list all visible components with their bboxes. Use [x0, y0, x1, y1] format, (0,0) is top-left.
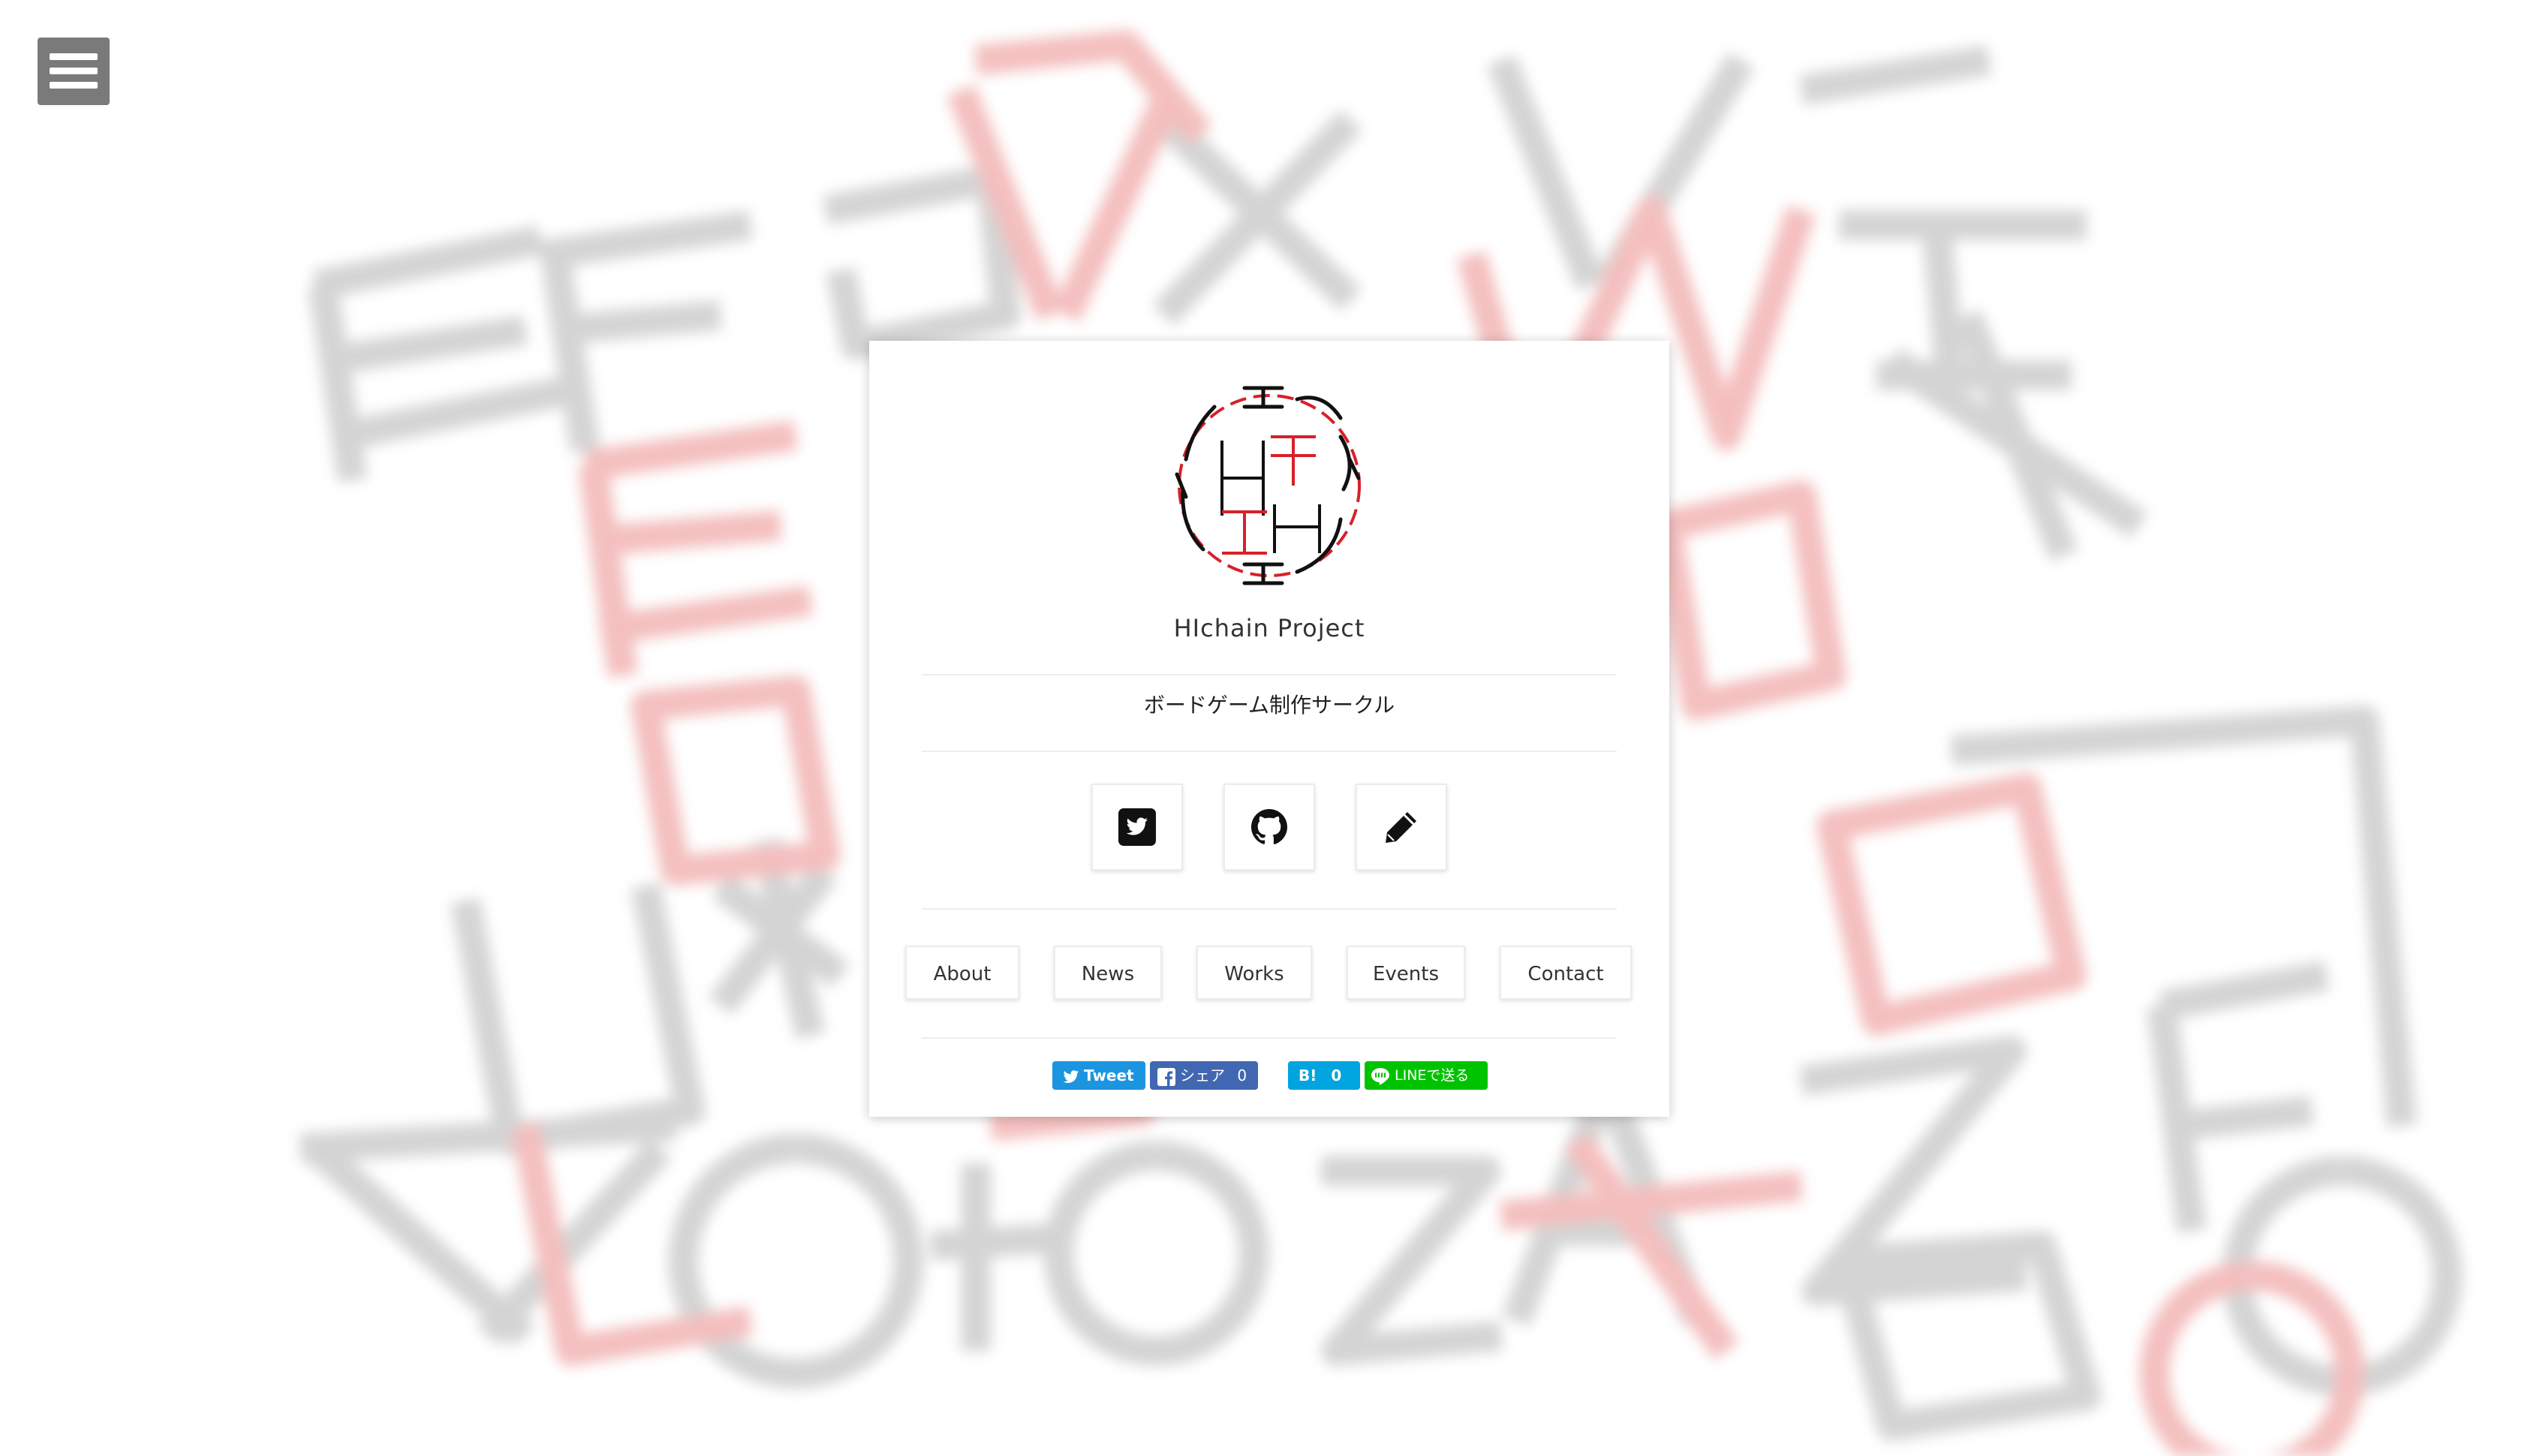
hamburger-menu-icon-bar: [50, 68, 98, 74]
blog-link-button[interactable]: [1356, 784, 1447, 871]
hamburger-menu-icon-bar: [50, 82, 98, 89]
facebook-share-button[interactable]: シェア 0: [1150, 1061, 1258, 1090]
nav-news-button[interactable]: News: [1054, 946, 1162, 1000]
twitter-link-button[interactable]: [1091, 784, 1183, 871]
line-share-label: LINEで送る: [1395, 1067, 1470, 1084]
hamburger-menu-button[interactable]: [38, 38, 110, 105]
nav-works-button[interactable]: Works: [1196, 946, 1312, 1000]
hatena-bookmark-label: B!: [1299, 1066, 1317, 1084]
nav-events-button[interactable]: Events: [1347, 946, 1465, 1000]
divider: [922, 674, 1617, 675]
facebook-share-label: シェア: [1180, 1066, 1225, 1084]
hatena-bookmark-count: 0: [1331, 1066, 1342, 1084]
profile-card: HIchain Project ボードゲーム制作サークル About News …: [869, 341, 1669, 1117]
pencil-icon: [1386, 812, 1416, 843]
nav-contact-button[interactable]: Contact: [1500, 946, 1632, 1000]
line-share-button[interactable]: LINEで送る: [1365, 1061, 1488, 1090]
github-icon: [1251, 809, 1287, 844]
tweet-share-button[interactable]: Tweet: [1052, 1061, 1145, 1090]
divider: [922, 1037, 1617, 1039]
github-link-button[interactable]: [1223, 784, 1315, 871]
twitter-bird-icon: [1063, 1069, 1079, 1083]
nav-about-button[interactable]: About: [905, 946, 1019, 1000]
tweet-label: Tweet: [1084, 1066, 1134, 1084]
line-icon: [1371, 1067, 1389, 1085]
hichain-logo: [1175, 386, 1361, 585]
divider: [922, 908, 1617, 910]
twitter-icon: [1118, 808, 1156, 846]
hatena-bookmark-button[interactable]: B! 0: [1288, 1061, 1360, 1090]
facebook-share-count: 0: [1237, 1066, 1247, 1084]
facebook-icon: [1157, 1067, 1175, 1086]
divider: [922, 751, 1617, 752]
hamburger-menu-icon: [50, 53, 98, 60]
site-subtitle: ボードゲーム制作サークル: [1143, 693, 1395, 717]
site-title: HIchain Project: [1173, 614, 1365, 642]
